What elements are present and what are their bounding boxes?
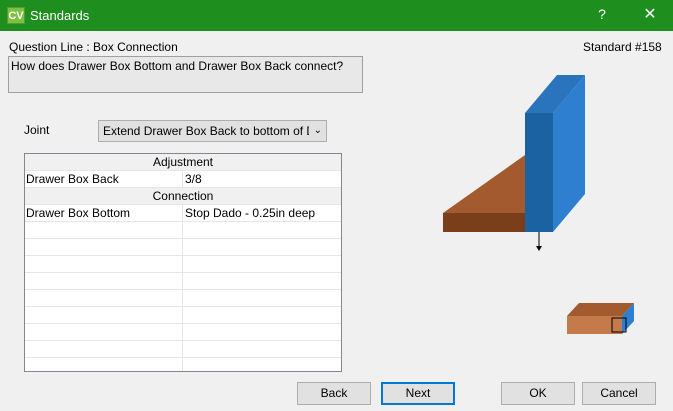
title-bar: CV Standards ? ✕: [0, 0, 673, 31]
bottom-panel-front-face: [443, 213, 525, 232]
grid-section-header: Adjustment: [25, 154, 341, 171]
joint-label: Joint: [24, 123, 50, 137]
joint-illustration: [443, 75, 585, 251]
grid-empty-row: [25, 358, 341, 371]
grid-empty-row: [25, 341, 341, 358]
grid-empty-row: [25, 290, 341, 307]
grid-row[interactable]: Drawer Box Back 3/8: [25, 171, 341, 188]
grid-empty-row: [25, 324, 341, 341]
ok-button[interactable]: OK: [501, 382, 575, 405]
back-button[interactable]: Back: [297, 382, 371, 405]
grid-empty-row: [25, 273, 341, 290]
cancel-button[interactable]: Cancel: [582, 382, 656, 405]
question-line-label: Question Line : Box Connection: [9, 40, 178, 54]
help-button[interactable]: ?: [590, 6, 614, 22]
grid-empty-row: [25, 256, 341, 273]
joint-thumbnail: [567, 303, 634, 334]
grid-row-name: Drawer Box Bottom: [25, 205, 183, 221]
properties-grid[interactable]: Adjustment Drawer Box Back 3/8 Connectio…: [24, 153, 342, 372]
app-icon: CV: [7, 7, 25, 24]
grid-empty-row: [25, 222, 341, 239]
chevron-down-icon: ⌄: [313, 125, 322, 136]
close-button[interactable]: ✕: [637, 4, 663, 24]
back-panel-front-face: [525, 113, 553, 232]
question-text-field[interactable]: How does Drawer Box Bottom and Drawer Bo…: [8, 56, 363, 93]
standard-number: Standard #158: [583, 40, 662, 54]
grid-empty-row: [25, 239, 341, 256]
thumb-bottom-front-face: [567, 316, 622, 334]
grid-row-name: Drawer Box Back: [25, 171, 183, 187]
next-button[interactable]: Next: [381, 382, 455, 405]
joint-dropdown[interactable]: Extend Drawer Box Back to bottom of Draw…: [98, 120, 327, 142]
grid-section-header: Connection: [25, 188, 341, 205]
grid-row[interactable]: Drawer Box Bottom Stop Dado - 0.25in dee…: [25, 205, 341, 222]
grid-row-value[interactable]: 3/8: [183, 171, 341, 187]
grid-empty-row: [25, 307, 341, 324]
window-title: Standards: [30, 8, 90, 23]
arrow-down-icon: [536, 246, 542, 251]
joint-selected-value: Extend Drawer Box Back to bottom of Draw…: [103, 124, 309, 138]
grid-row-value[interactable]: Stop Dado - 0.25in deep: [183, 205, 341, 221]
bottom-panel-top-face: [443, 155, 525, 213]
